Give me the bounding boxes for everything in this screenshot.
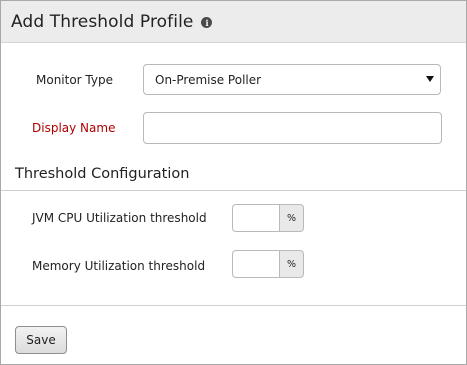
threshold-configuration-heading: Threshold Configuration [15,166,190,182]
display-name-row: Display Name [32,121,115,135]
footer-divider [1,305,466,306]
info-icon[interactable]: i [201,17,213,28]
section-divider [1,190,466,191]
dialog-header: Add Threshold Profile i [1,1,466,43]
dialog-title: Add Threshold Profile [11,11,194,32]
add-threshold-profile-dialog: Add Threshold Profile i Monitor Type On-… [0,0,467,365]
display-name-label: Display Name [32,121,116,135]
monitor-type-label: Monitor Type [36,73,113,87]
jvm-cpu-row: JVM CPU Utilization threshold [32,211,207,225]
monitor-type-selected-value: On-Premise Poller [155,72,262,87]
memory-threshold-group: % [232,250,304,278]
monitor-type-row: Monitor Type [36,73,113,87]
percent-addon: % [279,204,304,232]
jvm-cpu-threshold-input[interactable] [232,204,279,232]
jvm-cpu-threshold-label: JVM CPU Utilization threshold [32,211,207,225]
save-button[interactable]: Save [15,326,67,354]
memory-threshold-input[interactable] [232,250,279,278]
jvm-cpu-threshold-group: % [232,204,304,232]
monitor-type-select[interactable]: On-Premise Poller [143,64,441,95]
memory-threshold-label: Memory Utilization threshold [32,259,206,273]
display-name-input[interactable] [143,112,442,144]
chevron-down-icon [426,76,434,82]
memory-row: Memory Utilization threshold [32,259,205,273]
percent-addon: % [279,250,304,278]
